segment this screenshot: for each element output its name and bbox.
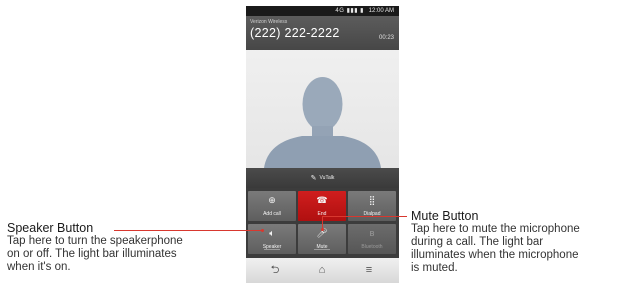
vutalk-icon: ✎ [310,175,317,182]
mute-callout-line-4: is muted. [411,262,458,274]
dialpad-icon: ⣿ [368,195,376,205]
navigation-bar: ⮌ ⌂ ≡ [246,258,399,283]
call-timer: 00:23 [378,35,394,41]
speaker-light-bar [264,249,280,250]
bluetooth-button[interactable]: ʙ Bluetooth [348,224,396,254]
mute-callout: Mute Button Tap here to mute the microph… [411,210,623,275]
back-icon[interactable]: ⮌ [260,261,290,280]
home-icon[interactable]: ⌂ [307,261,337,280]
status-time: 12:00 AM [368,8,394,14]
phone-screen: 4G ▮▮▮ ▮ 12:00 AM Verizon Wireless (222)… [246,6,399,283]
bluetooth-icon: ʙ [369,228,375,238]
phone-number: (222) 222-2222 [250,26,340,40]
caller-avatar [246,50,399,168]
mute-callout-line-1: Tap here to mute the microphone [411,223,580,235]
status-icons: 4G ▮▮▮ ▮ [335,8,364,14]
mute-callout-line [322,216,407,217]
mute-callout-dot [321,228,324,231]
carrier-name: Verizon Wireless [250,19,288,25]
mute-callout-line-2: during a call. The light bar [411,236,544,248]
speaker-callout-dot [261,229,264,232]
speaker-callout-title: Speaker Button [7,221,94,235]
add-call-label: Add call [263,211,281,217]
mute-light-bar [314,249,330,250]
speaker-callout-line-2: on or off. The light bar illuminates [7,248,177,260]
person-silhouette-icon [264,77,381,168]
speaker-button[interactable]: 🔈︎ Speaker [248,224,296,254]
end-call-icon: ☎ [316,195,328,205]
speaker-callout-line-1: Tap here to turn the speakerphone [7,235,183,247]
status-bar: 4G ▮▮▮ ▮ 12:00 AM [246,6,399,16]
add-call-icon: ⊕ [268,195,276,205]
menu-icon[interactable]: ≡ [354,261,384,280]
bluetooth-label: Bluetooth [361,244,383,250]
vutalk-bar[interactable]: ✎ VuTalk [246,168,399,188]
call-header: Verizon Wireless (222) 222-2222 00:23 [246,16,399,50]
add-call-button[interactable]: ⊕ Add call [248,191,296,221]
mute-callout-line-3: illuminates when the microphone [411,249,579,261]
mute-callout-title: Mute Button [411,209,479,223]
speaker-callout-line-3: when it's on. [7,261,71,273]
speaker-callout: Speaker Button Tap here to turn the spea… [7,222,237,274]
vutalk-label: VuTalk [319,175,335,181]
